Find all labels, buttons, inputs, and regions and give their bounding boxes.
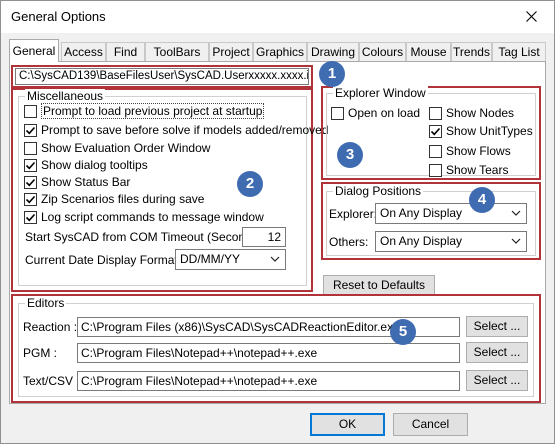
option-label: Show Evaluation Order Window xyxy=(41,141,211,155)
text-csv-select-button[interactable]: Select ... xyxy=(466,370,528,391)
others-position-value: On Any Display xyxy=(380,234,463,248)
tab-access[interactable]: Access xyxy=(61,42,106,61)
option-log-script-commands[interactable]: Log script commands to message window xyxy=(24,209,264,225)
date-format-select[interactable]: DD/MM/YY xyxy=(175,249,286,270)
checkbox[interactable] xyxy=(429,124,442,138)
tab-tag-list[interactable]: Tag List xyxy=(492,42,546,61)
tab-mouse[interactable]: Mouse xyxy=(406,42,451,61)
checkmark-icon xyxy=(430,127,441,135)
callout-badge-3: 3 xyxy=(337,142,363,168)
tab-drawing[interactable]: Drawing xyxy=(307,42,359,61)
date-format-label: Current Date Display Format: xyxy=(25,253,182,267)
ok-button[interactable]: OK xyxy=(310,413,385,436)
option-label: Show dialog tooltips xyxy=(41,158,148,172)
option-label: Open on load xyxy=(348,106,421,120)
close-button[interactable] xyxy=(508,1,554,32)
chevron-down-icon xyxy=(511,210,521,216)
checkbox[interactable] xyxy=(24,158,37,172)
option-label: Prompt to load previous project at start… xyxy=(41,103,265,119)
option-show-evaluation-order[interactable]: Show Evaluation Order Window xyxy=(24,140,210,156)
date-format-value: DD/MM/YY xyxy=(180,252,240,266)
checkbox[interactable] xyxy=(429,163,442,177)
others-position-select[interactable]: On Any Display xyxy=(375,231,527,252)
reset-to-defaults-button[interactable]: Reset to Defaults xyxy=(323,275,435,296)
callout-badge-2: 2 xyxy=(237,171,263,197)
option-label: Show Nodes xyxy=(446,106,515,120)
dialog-positions-title: Dialog Positions xyxy=(333,184,424,198)
tab-general[interactable]: General xyxy=(9,39,59,62)
option-show-flows[interactable]: Show Flows xyxy=(429,143,511,159)
pgm-select-button[interactable]: Select ... xyxy=(466,342,528,363)
tab-toolbars[interactable]: ToolBars xyxy=(145,42,209,61)
explorer-position-value: On Any Display xyxy=(380,206,463,220)
checkbox[interactable] xyxy=(24,141,37,155)
option-show-unittypes[interactable]: Show UnitTypes xyxy=(429,123,533,139)
explorer-position-select[interactable]: On Any Display xyxy=(375,203,527,224)
explorer-position-label: Explorer: xyxy=(329,207,378,221)
checkbox[interactable] xyxy=(24,175,37,189)
com-timeout-input[interactable]: 12 xyxy=(242,227,286,247)
option-show-status-bar[interactable]: Show Status Bar xyxy=(24,174,130,190)
callout-badge-1: 1 xyxy=(319,61,345,87)
checkmark-icon xyxy=(25,195,36,203)
cancel-button[interactable]: Cancel xyxy=(393,413,468,436)
checkbox[interactable] xyxy=(24,104,37,118)
others-position-label: Others: xyxy=(329,235,369,249)
option-label: Log script commands to message window xyxy=(41,210,264,224)
option-zip-scenarios[interactable]: Zip Scenarios files during save xyxy=(24,191,204,207)
tab-find[interactable]: Find xyxy=(106,42,145,61)
callout-badge-5: 5 xyxy=(390,319,416,345)
text-csv-editor-label: Text/CSV : xyxy=(23,374,80,388)
option-label: Show UnitTypes xyxy=(446,124,533,138)
checkbox[interactable] xyxy=(429,106,442,120)
tab-project[interactable]: Project xyxy=(209,42,253,61)
reaction-select-button[interactable]: Select ... xyxy=(466,316,528,337)
checkmark-icon xyxy=(25,126,36,134)
option-show-nodes[interactable]: Show Nodes xyxy=(429,105,514,121)
option-show-dialog-tooltips[interactable]: Show dialog tooltips xyxy=(24,157,148,173)
miscellaneous-title: Miscellaneous xyxy=(25,89,106,103)
chevron-down-icon xyxy=(270,256,280,262)
pgm-editor-path-input[interactable]: C:\Program Files\Notepad++\notepad++.exe xyxy=(77,343,460,363)
checkbox[interactable] xyxy=(24,192,37,206)
tab-trends[interactable]: Trends xyxy=(451,42,492,61)
option-show-tears[interactable]: Show Tears xyxy=(429,162,508,178)
option-label: Zip Scenarios files during save xyxy=(41,192,205,206)
com-timeout-label: Start SysCAD from COM Timeout (Seconds): xyxy=(25,230,266,244)
checkbox[interactable] xyxy=(24,123,37,137)
checkbox[interactable] xyxy=(24,210,37,224)
explorer-window-title: Explorer Window xyxy=(333,86,428,100)
general-options-dialog: General Options General Access Find Tool… xyxy=(0,0,555,444)
chevron-down-icon xyxy=(511,238,521,244)
option-open-on-load[interactable]: Open on load xyxy=(331,105,420,121)
checkmark-icon xyxy=(25,178,36,186)
option-label: Show Tears xyxy=(446,163,509,177)
callout-badge-4: 4 xyxy=(469,187,495,213)
checkbox[interactable] xyxy=(429,144,442,158)
window-title: General Options xyxy=(11,9,106,24)
tab-colours[interactable]: Colours xyxy=(359,42,406,61)
option-label: Show Flows xyxy=(446,144,511,158)
option-prompt-save-before-solve[interactable]: Prompt to save before solve if models ad… xyxy=(24,122,328,138)
reaction-editor-label: Reaction : xyxy=(23,320,78,334)
option-prompt-load-previous[interactable]: Prompt to load previous project at start… xyxy=(24,103,265,119)
checkbox[interactable] xyxy=(331,106,344,120)
tab-graphics[interactable]: Graphics xyxy=(253,42,307,61)
pgm-editor-label: PGM : xyxy=(23,346,58,360)
close-icon xyxy=(525,11,537,22)
title-bar: General Options xyxy=(1,1,554,33)
text-csv-editor-path-input[interactable]: C:\Program Files\Notepad++\notepad++.exe xyxy=(77,371,460,391)
option-label: Prompt to save before solve if models ad… xyxy=(41,123,329,137)
checkmark-icon xyxy=(25,161,36,169)
editors-title: Editors xyxy=(25,296,67,310)
checkmark-icon xyxy=(25,213,36,221)
option-label: Show Status Bar xyxy=(41,175,131,189)
ini-path-field: C:\SysCAD139\BaseFilesUser\SysCAD.Userxx… xyxy=(15,68,309,85)
